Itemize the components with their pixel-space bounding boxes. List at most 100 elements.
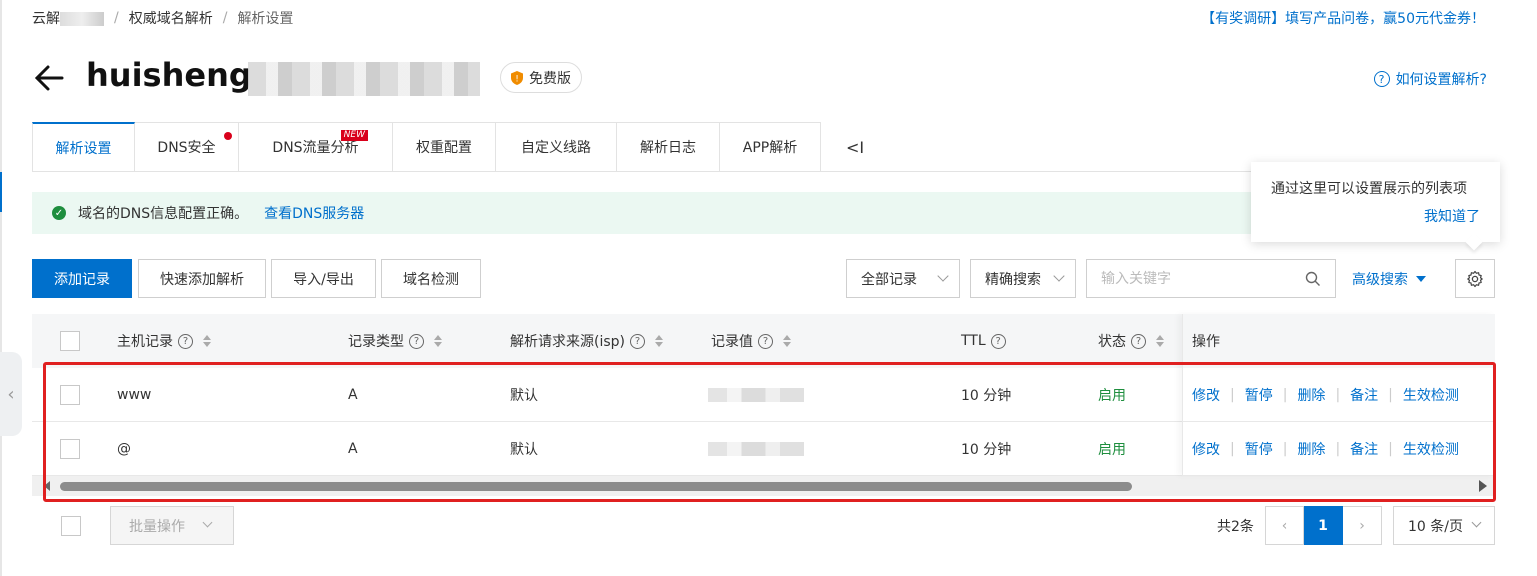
domain-check-button[interactable]: 域名检测: [381, 259, 481, 298]
prev-page-button[interactable]: ‹: [1265, 506, 1304, 545]
page-button-current[interactable]: 1: [1304, 506, 1343, 545]
next-page-button[interactable]: ›: [1343, 506, 1382, 545]
caret-down-icon: [1416, 276, 1426, 282]
pagination: ‹ 1 ›: [1265, 506, 1382, 545]
question-circle-icon: ?: [1373, 71, 1390, 87]
question-circle-icon[interactable]: ?: [409, 333, 424, 349]
chevron-down-icon: [1053, 270, 1065, 282]
dns-settings-page: ‹ 云解 / 权威域名解析 / 解析设置 【有奖调研】填写产品问卷，赢50元代金…: [0, 0, 1537, 576]
question-circle-icon[interactable]: ?: [990, 333, 1006, 349]
back-arrow-icon[interactable]: [32, 60, 68, 96]
dns-records-table: 主机记录? 记录类型? 解析请求来源(isp)? 记录值? TTL? 状态? 操…: [32, 314, 1495, 496]
select-value: 全部记录: [861, 271, 917, 288]
scrollbar-thumb[interactable]: [60, 482, 1132, 491]
how-to-configure-link[interactable]: ? 如何设置解析?: [1373, 69, 1487, 89]
tip-dismiss-link[interactable]: 我知道了: [1424, 206, 1480, 226]
masked-text: [60, 12, 104, 26]
chevron-right-icon: ›: [1359, 517, 1365, 534]
cell-value: [708, 368, 804, 422]
sort-icon[interactable]: [655, 335, 663, 347]
breadcrumb-authority-dns[interactable]: 权威域名解析: [129, 8, 213, 28]
cell-isp: 默认: [510, 388, 538, 404]
row-checkbox[interactable]: [60, 385, 80, 405]
batch-actions-select[interactable]: 批量操作: [110, 506, 234, 545]
header-value[interactable]: 记录值?: [711, 314, 791, 368]
import-export-button[interactable]: 导入/导出: [271, 259, 376, 298]
tab-dns-logs[interactable]: 解析日志: [617, 122, 720, 172]
quick-add-button[interactable]: 快速添加解析: [138, 259, 266, 298]
scroll-right-arrow-icon[interactable]: [1479, 480, 1487, 492]
match-mode-select[interactable]: 精确搜索: [970, 259, 1076, 298]
cell-status: 启用: [1098, 442, 1126, 458]
check-circle-icon: ✓: [52, 206, 66, 220]
left-nav-rail: [0, 0, 2, 576]
breadcrumb-separator: /: [114, 10, 119, 26]
keyword-search: [1086, 259, 1336, 298]
column-settings-button[interactable]: [1455, 259, 1495, 298]
row-checkbox-cell: [60, 422, 80, 476]
gear-icon: [1467, 270, 1483, 287]
help-link-label: 如何设置解析?: [1395, 72, 1487, 88]
question-circle-icon[interactable]: ?: [178, 333, 193, 349]
header-status[interactable]: 状态?: [1098, 314, 1164, 368]
sort-icon[interactable]: [203, 335, 211, 347]
cell-value: [708, 422, 804, 476]
select-value: 精确搜索: [985, 271, 1041, 288]
record-filter-select[interactable]: 全部记录: [846, 259, 960, 298]
tab-label: 解析设置: [55, 140, 112, 157]
add-record-button[interactable]: 添加记录: [32, 259, 132, 298]
notification-dot: [224, 132, 232, 140]
breadcrumb-current: 解析设置: [237, 11, 294, 27]
breadcrumb-root[interactable]: 云解: [32, 8, 104, 28]
header-label: 主机记录: [117, 334, 173, 350]
chevron-down-icon: [1471, 517, 1482, 528]
header-host[interactable]: 主机记录?: [117, 314, 211, 368]
page-size-value: 10 条/页: [1408, 518, 1463, 535]
footer-select-all-checkbox[interactable]: [61, 516, 81, 536]
header-type[interactable]: 记录类型?: [348, 314, 442, 368]
sidebar-collapse-handle[interactable]: ‹: [0, 352, 22, 436]
header-label: 记录类型: [348, 334, 404, 350]
cell-ttl: 10 分钟: [961, 388, 1012, 404]
chevron-down-icon: [937, 270, 949, 282]
total-count: 共2条: [1217, 519, 1254, 535]
tab-dns-settings[interactable]: 解析设置: [32, 122, 135, 172]
new-badge: NEW: [340, 130, 368, 141]
search-input[interactable]: [1087, 260, 1287, 297]
select-all-checkbox[interactable]: [60, 331, 80, 351]
sticky-actions-column: [1182, 314, 1495, 476]
sort-icon[interactable]: [783, 335, 791, 347]
search-icon[interactable]: [1305, 271, 1321, 287]
batch-label: 批量操作: [129, 518, 185, 535]
header-label: 解析请求来源(isp): [510, 334, 625, 350]
horizontal-scrollbar[interactable]: [32, 476, 1495, 496]
question-circle-icon[interactable]: ?: [758, 333, 773, 349]
column-settings-tip: 通过这里可以设置展示的列表项 我知道了: [1251, 162, 1500, 251]
row-checkbox[interactable]: [60, 439, 80, 459]
tab-custom-line[interactable]: 自定义线路: [496, 122, 617, 172]
question-circle-icon[interactable]: ?: [630, 333, 645, 349]
question-circle-icon[interactable]: ?: [1131, 333, 1146, 349]
cell-ttl: 10 分钟: [961, 442, 1012, 458]
chevron-left-icon: ‹: [7, 383, 15, 405]
sort-icon[interactable]: [434, 335, 442, 347]
masked-domain-suffix: [248, 62, 480, 96]
tab-dns-traffic[interactable]: DNS流量分析 NEW: [239, 122, 393, 172]
header-isp[interactable]: 解析请求来源(isp)?: [510, 314, 663, 368]
tab-label: DNS安全: [157, 140, 216, 156]
free-plan-badge: ! 免费版: [500, 62, 582, 93]
header-label: 状态: [1098, 334, 1126, 350]
tabs-more-button[interactable]: <I: [846, 138, 864, 157]
advanced-search-toggle[interactable]: 高级搜索: [1352, 269, 1426, 289]
page-size-select[interactable]: 10 条/页: [1393, 506, 1495, 545]
sort-icon[interactable]: [1156, 335, 1164, 347]
survey-link[interactable]: 【有奖调研】填写产品问卷，赢50元代金券！: [1201, 8, 1485, 28]
tab-dns-security[interactable]: DNS安全: [135, 122, 239, 172]
masked-record-value: [708, 442, 804, 456]
tab-app-dns[interactable]: APP解析: [720, 122, 821, 172]
view-dns-servers-link[interactable]: 查看DNS服务器: [264, 203, 364, 223]
tab-weight-config[interactable]: 权重配置: [393, 122, 496, 172]
header-label: TTL: [961, 333, 986, 349]
scroll-left-arrow-icon[interactable]: [44, 481, 50, 491]
breadcrumb: 云解 / 权威域名解析 / 解析设置: [32, 8, 293, 28]
